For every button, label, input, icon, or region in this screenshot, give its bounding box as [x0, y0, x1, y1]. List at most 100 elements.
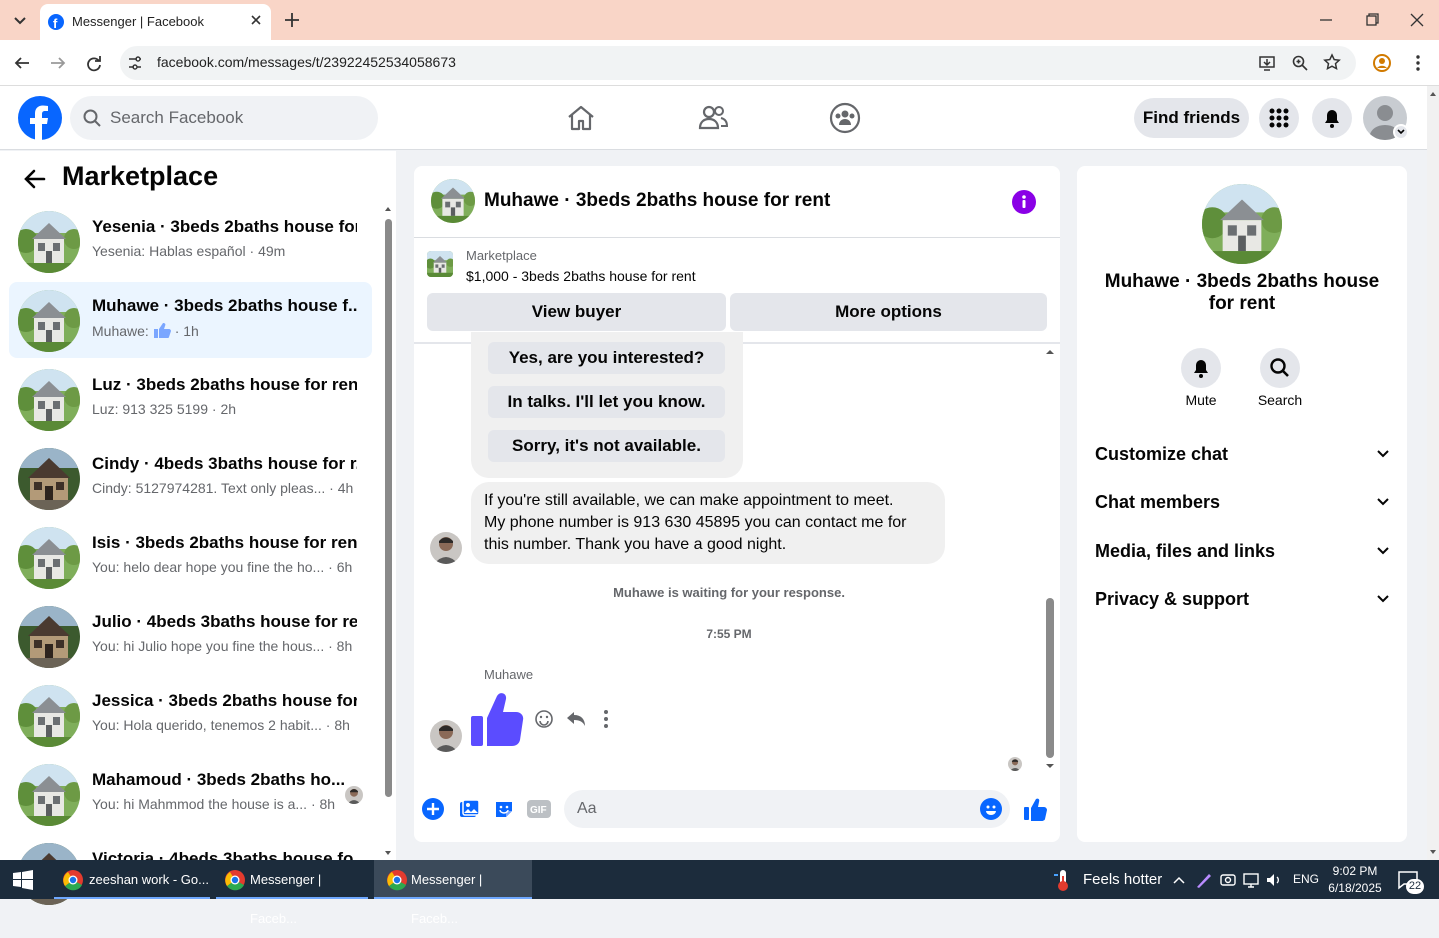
- conversation-row[interactable]: Mahamoud · 3beds 2baths ho... You: hi Ma…: [9, 756, 372, 832]
- browser-menu-icon[interactable]: [1408, 53, 1428, 73]
- taskbar-app[interactable]: Messenger | Faceb...: [216, 860, 368, 926]
- search-in-chat-button[interactable]: [1260, 348, 1300, 388]
- tray-chevron-up-icon[interactable]: [1172, 873, 1186, 887]
- new-tab-icon[interactable]: [282, 10, 302, 30]
- emoji-icon[interactable]: [980, 798, 1002, 820]
- facebook-favicon-icon: f: [48, 14, 64, 30]
- volume-icon[interactable]: [1265, 871, 1283, 889]
- reply-icon[interactable]: [565, 709, 587, 729]
- customize-chat-section[interactable]: Customize chat: [1095, 444, 1391, 465]
- chat-title[interactable]: Muhawe · 3beds 2baths house for rent: [484, 190, 830, 212]
- reload-icon[interactable]: [84, 53, 104, 73]
- close-window-icon[interactable]: [1407, 10, 1427, 30]
- sender-avatar[interactable]: [430, 532, 462, 564]
- account-chevron-icon[interactable]: [1393, 124, 1409, 140]
- network-icon[interactable]: [1242, 871, 1260, 889]
- minimize-icon[interactable]: [1316, 10, 1336, 30]
- forward-icon[interactable]: [48, 53, 68, 73]
- svg-text:GIF: GIF: [530, 805, 547, 816]
- listing-source: Marketplace: [466, 248, 537, 263]
- chat-scrollbar[interactable]: [1043, 346, 1057, 772]
- quick-reply-button[interactable]: In talks. I'll let you know.: [488, 386, 725, 418]
- photo-icon[interactable]: [458, 798, 480, 820]
- back-arrow-icon[interactable]: [22, 166, 48, 192]
- chevron-down-icon: [1377, 450, 1389, 458]
- message-timestamp: 7:55 PM: [706, 627, 752, 641]
- facebook-logo-icon[interactable]: [18, 96, 62, 140]
- home-icon[interactable]: [566, 103, 596, 133]
- chat-scroll-thumb[interactable]: [1046, 598, 1054, 758]
- site-info-icon[interactable]: [126, 54, 144, 72]
- time-separator: ·: [325, 480, 338, 496]
- page-scrollbar[interactable]: [1427, 86, 1439, 860]
- tab-search-dropdown-icon[interactable]: [8, 8, 32, 32]
- add-attachment-icon[interactable]: [422, 798, 444, 820]
- tab-close-icon[interactable]: [248, 12, 264, 28]
- conversation-row[interactable]: Isis · 3beds 2baths house for rent You: …: [9, 519, 372, 595]
- more-options-button[interactable]: More options: [730, 293, 1047, 331]
- sticker-icon[interactable]: [493, 798, 515, 820]
- react-emoji-icon[interactable]: [534, 709, 554, 729]
- chrome-icon: [225, 870, 245, 891]
- camera-tray-icon[interactable]: [1219, 871, 1237, 889]
- large-thumbs-up-icon[interactable]: [470, 690, 526, 748]
- taskbar-app[interactable]: zeeshan work - Go...: [54, 860, 210, 899]
- chat-avatar[interactable]: [431, 179, 475, 223]
- thermometer-icon[interactable]: [1052, 868, 1074, 892]
- restore-icon[interactable]: [1362, 10, 1382, 30]
- listing-thumbnail: [427, 251, 453, 277]
- gif-icon[interactable]: GIF: [527, 800, 551, 818]
- conversation-row[interactable]: Cindy · 4beds 3baths house for r... Cind…: [9, 440, 372, 516]
- taskbar-clock[interactable]: 9:02 PM 6/18/2025: [1320, 863, 1390, 897]
- send-like-icon[interactable]: [1023, 797, 1047, 821]
- quick-reply-button[interactable]: Yes, are you interested?: [488, 342, 725, 374]
- groups-icon[interactable]: [829, 102, 861, 134]
- sidebar-scroll-thumb[interactable]: [385, 219, 392, 797]
- address-bar[interactable]: facebook.com/messages/t/2392245253405867…: [120, 46, 1356, 80]
- chat-members-section[interactable]: Chat members: [1095, 492, 1391, 513]
- view-buyer-button[interactable]: View buyer: [427, 293, 726, 331]
- conversation-row[interactable]: Jessica · 3beds 2baths house for ... You…: [9, 677, 372, 753]
- details-avatar[interactable]: [1202, 184, 1282, 264]
- more-actions-icon[interactable]: [596, 709, 616, 729]
- weather-text[interactable]: Feels hotter: [1083, 860, 1162, 899]
- taskbar-app-active[interactable]: Messenger | Faceb...: [374, 860, 532, 926]
- friends-icon[interactable]: [697, 103, 729, 133]
- profile-icon[interactable]: [1372, 53, 1392, 73]
- mute-label: Mute: [1185, 392, 1217, 408]
- media-files-links-section[interactable]: Media, files and links: [1095, 541, 1391, 562]
- menu-button[interactable]: [1259, 98, 1299, 138]
- conversation-avatar: [18, 606, 80, 668]
- windows-start-icon[interactable]: [13, 870, 33, 890]
- time-separator: ·: [170, 323, 184, 339]
- conversation-time: 49m: [258, 243, 286, 259]
- time-separator: ·: [324, 638, 337, 654]
- quick-reply-button[interactable]: Sorry, it's not available.: [488, 430, 725, 462]
- conversation-row[interactable]: Luz · 3beds 2baths house for rent Luz: 9…: [9, 361, 372, 437]
- info-icon[interactable]: [1012, 190, 1036, 214]
- chat-details-panel: Muhawe · 3beds 2baths house for rent Mut…: [1077, 166, 1407, 842]
- message-bubble[interactable]: If you're still available, we can make a…: [471, 482, 945, 564]
- privacy-support-section[interactable]: Privacy & support: [1095, 589, 1391, 610]
- sidebar-scrollbar[interactable]: [382, 203, 394, 859]
- install-app-icon[interactable]: [1258, 54, 1276, 72]
- zoom-icon[interactable]: [1291, 54, 1309, 72]
- conversation-preview-line: Muhawe: · 1h: [92, 322, 199, 339]
- section-label: Media, files and links: [1095, 541, 1276, 561]
- conversation-row[interactable]: Muhawe · 3beds 2baths house f... Muhawe:…: [9, 282, 372, 358]
- bookmark-star-icon[interactable]: [1323, 53, 1341, 71]
- conversation-preview: Luz: 913 325 5199: [92, 401, 208, 417]
- facebook-search-bar[interactable]: Search Facebook: [70, 96, 378, 140]
- notifications-button[interactable]: [1312, 98, 1352, 138]
- conversation-row[interactable]: Yesenia · 3beds 2baths house for... Yese…: [9, 203, 372, 279]
- section-label: Customize chat: [1095, 444, 1229, 464]
- browser-tab-active[interactable]: f Messenger | Facebook: [40, 4, 271, 40]
- find-friends-button[interactable]: Find friends: [1134, 98, 1249, 138]
- message-input[interactable]: Aa: [564, 790, 1010, 828]
- pen-icon[interactable]: [1195, 871, 1213, 889]
- mute-button[interactable]: [1181, 348, 1221, 388]
- back-icon[interactable]: [12, 53, 32, 73]
- sender-avatar[interactable]: [430, 720, 462, 752]
- language-indicator[interactable]: ENG: [1293, 860, 1319, 899]
- conversation-row[interactable]: Julio · 4beds 3baths house for re... You…: [9, 598, 372, 674]
